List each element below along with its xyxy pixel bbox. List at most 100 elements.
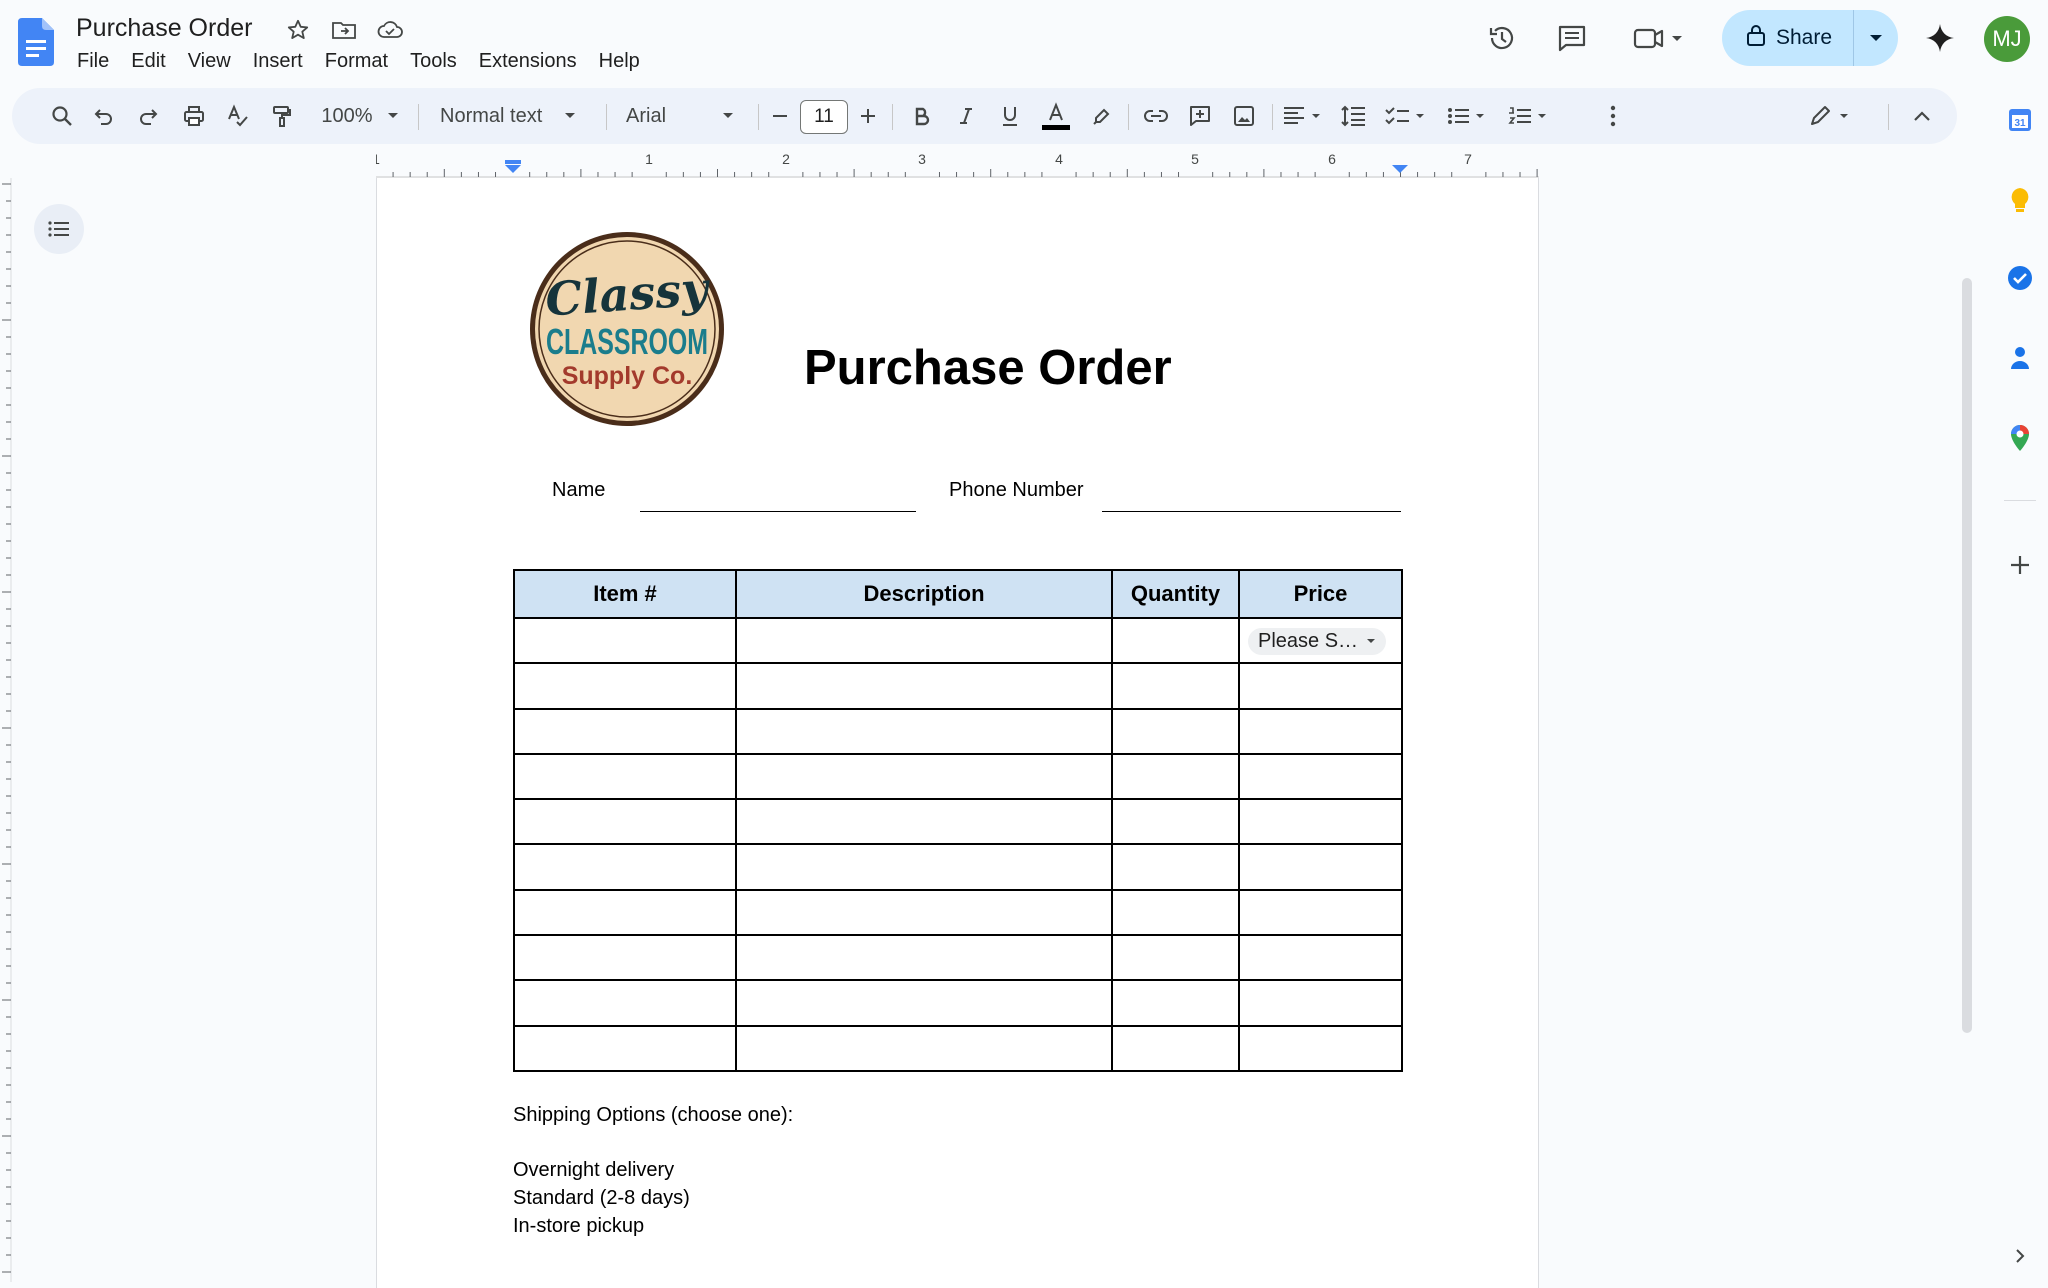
table-cell[interactable] [1238,843,1403,891]
font-size-input[interactable]: 11 [800,100,848,134]
tasks-icon[interactable] [2000,258,2040,298]
contacts-icon[interactable] [2000,338,2040,378]
table-cell[interactable] [735,662,1113,710]
table-cell[interactable] [735,616,1113,665]
table-cell[interactable] [735,798,1113,846]
spellcheck-icon[interactable] [216,88,260,144]
decrease-font-size-icon[interactable] [762,88,798,144]
cloud-saved-icon[interactable] [374,14,406,46]
menu-view[interactable]: View [177,48,242,74]
highlight-color-icon[interactable] [1080,88,1124,144]
undo-icon[interactable] [82,88,126,144]
add-addon-icon[interactable] [2000,545,2040,585]
name-line[interactable] [640,511,916,512]
meet-icon[interactable] [1630,18,1690,58]
star-icon[interactable] [282,14,314,46]
table-cell[interactable] [1111,934,1240,982]
table-cell[interactable] [1111,1024,1240,1072]
table-cell[interactable] [1238,1024,1403,1072]
numbered-list-icon[interactable] [1502,88,1558,144]
left-indent-marker[interactable] [505,160,521,173]
table-cell[interactable] [1111,616,1240,665]
table-cell[interactable] [1238,888,1403,937]
table-cell[interactable] [513,662,737,710]
share-button[interactable]: Share [1722,10,1898,66]
table-cell[interactable] [735,707,1113,755]
docs-logo-icon[interactable] [18,18,54,66]
table-cell[interactable] [1111,752,1240,801]
table-cell[interactable] [1238,798,1403,846]
bold-icon[interactable] [900,88,944,144]
menu-format[interactable]: Format [314,48,399,74]
table-cell[interactable] [1238,707,1403,755]
account-avatar[interactable]: MJ [1984,16,2030,62]
menu-extensions[interactable]: Extensions [468,48,588,74]
table-cell[interactable] [513,979,737,1027]
share-dropdown-icon[interactable] [1854,10,1898,66]
version-history-icon[interactable] [1482,18,1522,58]
table-cell[interactable] [513,798,737,846]
table-cell[interactable] [1111,843,1240,891]
zoom-select[interactable]: 100% [310,88,410,144]
table-cell[interactable]: Please S… [1238,616,1403,665]
insert-image-icon[interactable] [1222,88,1266,144]
menu-help[interactable]: Help [588,48,651,74]
table-cell[interactable] [513,707,737,755]
horizontal-ruler[interactable]: 1 1 2 3 4 5 6 7 [376,150,1539,178]
increase-font-size-icon[interactable] [850,88,886,144]
calendar-icon[interactable]: 31 [2000,100,2040,140]
italic-icon[interactable] [944,88,988,144]
underline-icon[interactable] [988,88,1032,144]
table-cell[interactable] [1111,979,1240,1027]
phone-line[interactable] [1102,511,1401,512]
checklist-icon[interactable] [1378,88,1434,144]
header-description[interactable]: Description [735,569,1113,619]
menu-insert[interactable]: Insert [242,48,314,74]
comments-icon[interactable] [1552,18,1592,58]
hide-menus-icon[interactable] [1902,88,1942,144]
table-cell[interactable] [1238,979,1403,1027]
table-cell[interactable] [735,1024,1113,1072]
table-cell[interactable] [513,1024,737,1072]
paint-format-icon[interactable] [260,88,304,144]
table-cell[interactable] [1238,662,1403,710]
table-cell[interactable] [513,616,737,665]
menu-tools[interactable]: Tools [399,48,468,74]
document-outline-button[interactable] [34,204,84,254]
table-cell[interactable] [513,888,737,937]
table-cell[interactable] [513,752,737,801]
price-dropdown-chip[interactable]: Please S… [1248,627,1387,655]
table-cell[interactable] [513,934,737,982]
table-cell[interactable] [1111,888,1240,937]
editing-mode-icon[interactable] [1802,88,1862,144]
table-cell[interactable] [1238,752,1403,801]
bulleted-list-icon[interactable] [1440,88,1496,144]
font-select[interactable]: Arial [618,88,748,144]
print-icon[interactable] [172,88,216,144]
table-cell[interactable] [1111,707,1240,755]
header-quantity[interactable]: Quantity [1111,569,1240,619]
right-indent-marker[interactable] [1392,165,1408,173]
table-cell[interactable] [735,934,1113,982]
table-cell[interactable] [1238,934,1403,982]
document-title[interactable]: Purchase Order [76,14,252,43]
table-cell[interactable] [1111,798,1240,846]
keep-icon[interactable] [2000,180,2040,220]
header-item[interactable]: Item # [513,569,737,619]
expand-side-panel-icon[interactable] [2000,1236,2040,1276]
redo-icon[interactable] [126,88,170,144]
header-price[interactable]: Price [1238,569,1403,619]
maps-icon[interactable] [2000,418,2040,458]
table-cell[interactable] [735,979,1113,1027]
menu-file[interactable]: File [66,48,120,74]
line-spacing-icon[interactable] [1332,88,1376,144]
move-folder-icon[interactable] [328,14,360,46]
insert-link-icon[interactable] [1134,88,1178,144]
table-cell[interactable] [735,888,1113,937]
paragraph-style-select[interactable]: Normal text [432,88,602,144]
menu-edit[interactable]: Edit [120,48,176,74]
gemini-spark-icon[interactable] [1920,18,1960,58]
table-cell[interactable] [513,843,737,891]
text-color-icon[interactable] [1032,88,1080,144]
more-options-icon[interactable] [1598,88,1628,144]
